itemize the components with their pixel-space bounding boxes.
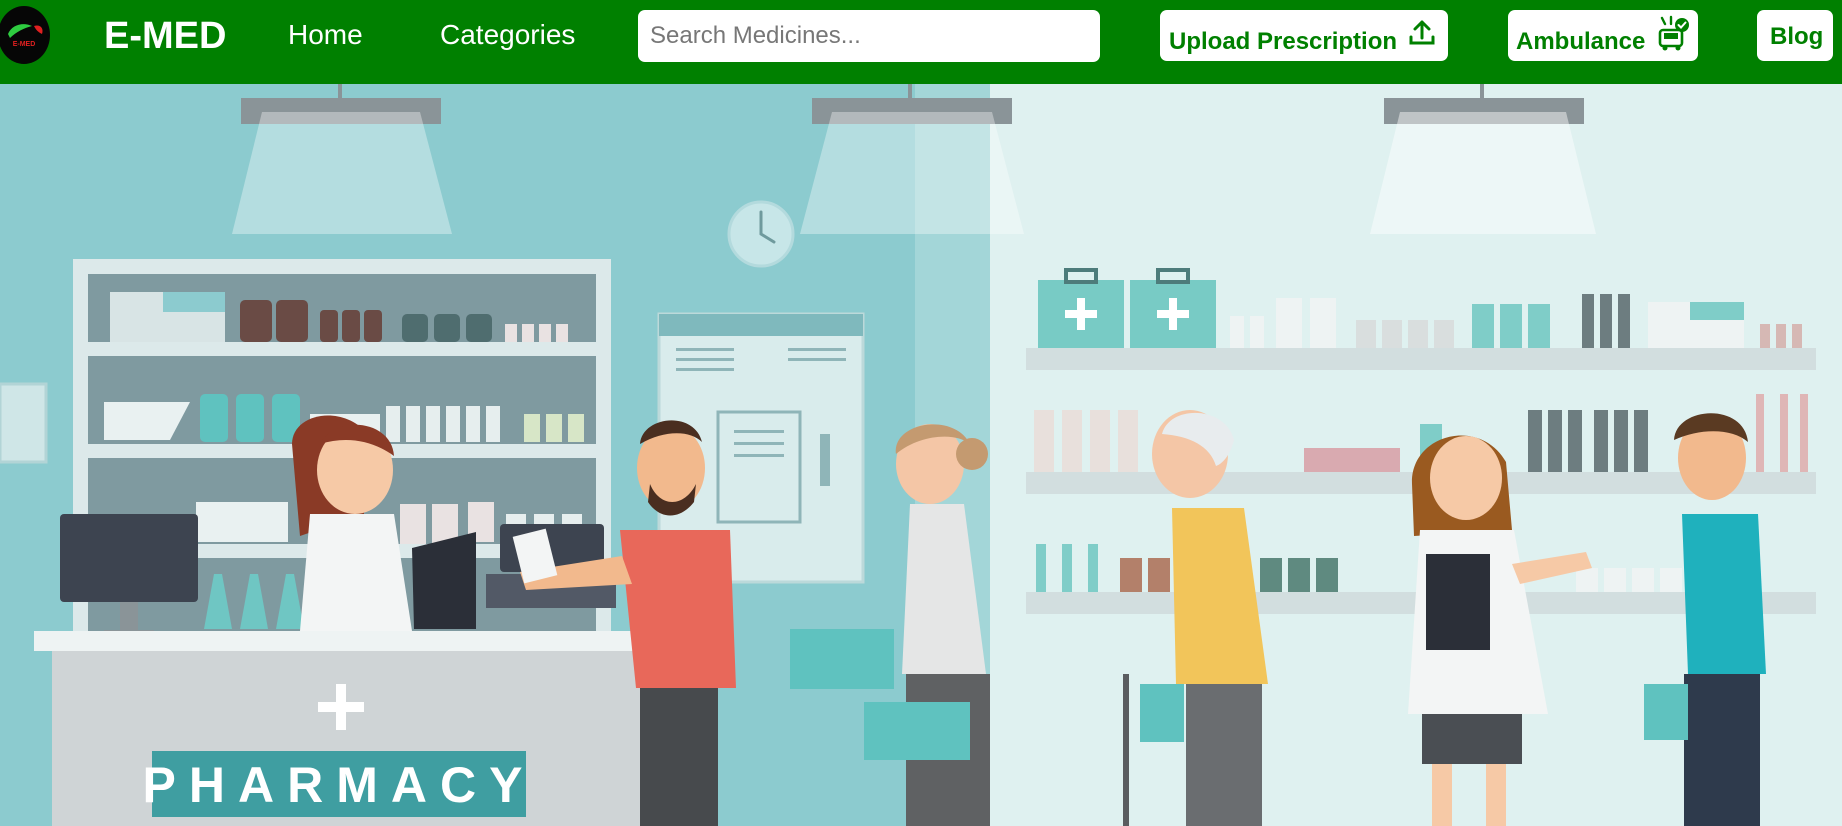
nav-link-home[interactable]: Home (288, 18, 363, 52)
ambulance-label: Ambulance (1516, 28, 1646, 55)
search-input[interactable] (638, 10, 1100, 62)
navbar: E-MED E-MED Home Categories Upload Presc… (0, 0, 1842, 84)
logo-leaf-icon: E-MED (8, 24, 43, 48)
hero-banner: PHARMACY (0, 84, 1842, 826)
ceiling-lamp-center (800, 84, 1024, 234)
blog-label: Blog (1770, 23, 1824, 50)
ceiling-lamp-left (232, 84, 452, 234)
upload-prescription-label: Upload Prescription (1169, 28, 1398, 55)
ambulance-icon (1658, 15, 1689, 51)
ceiling-lamp-right (1370, 84, 1596, 234)
clock-icon (727, 200, 795, 268)
nav-link-categories[interactable]: Categories (440, 18, 575, 52)
pharmacy-sign-text: PHARMACY (143, 757, 536, 813)
site-logo[interactable]: E-MED (0, 6, 50, 64)
upload-prescription-button[interactable]: Upload Prescription (1160, 10, 1448, 61)
ambulance-button[interactable]: Ambulance (1508, 10, 1698, 61)
pharmacy-illustration: PHARMACY (0, 84, 1842, 826)
upload-icon (1409, 20, 1435, 45)
brand-title[interactable]: E-MED (104, 14, 226, 58)
blog-button[interactable]: Blog (1757, 10, 1833, 61)
logo-text: E-MED (13, 41, 36, 48)
